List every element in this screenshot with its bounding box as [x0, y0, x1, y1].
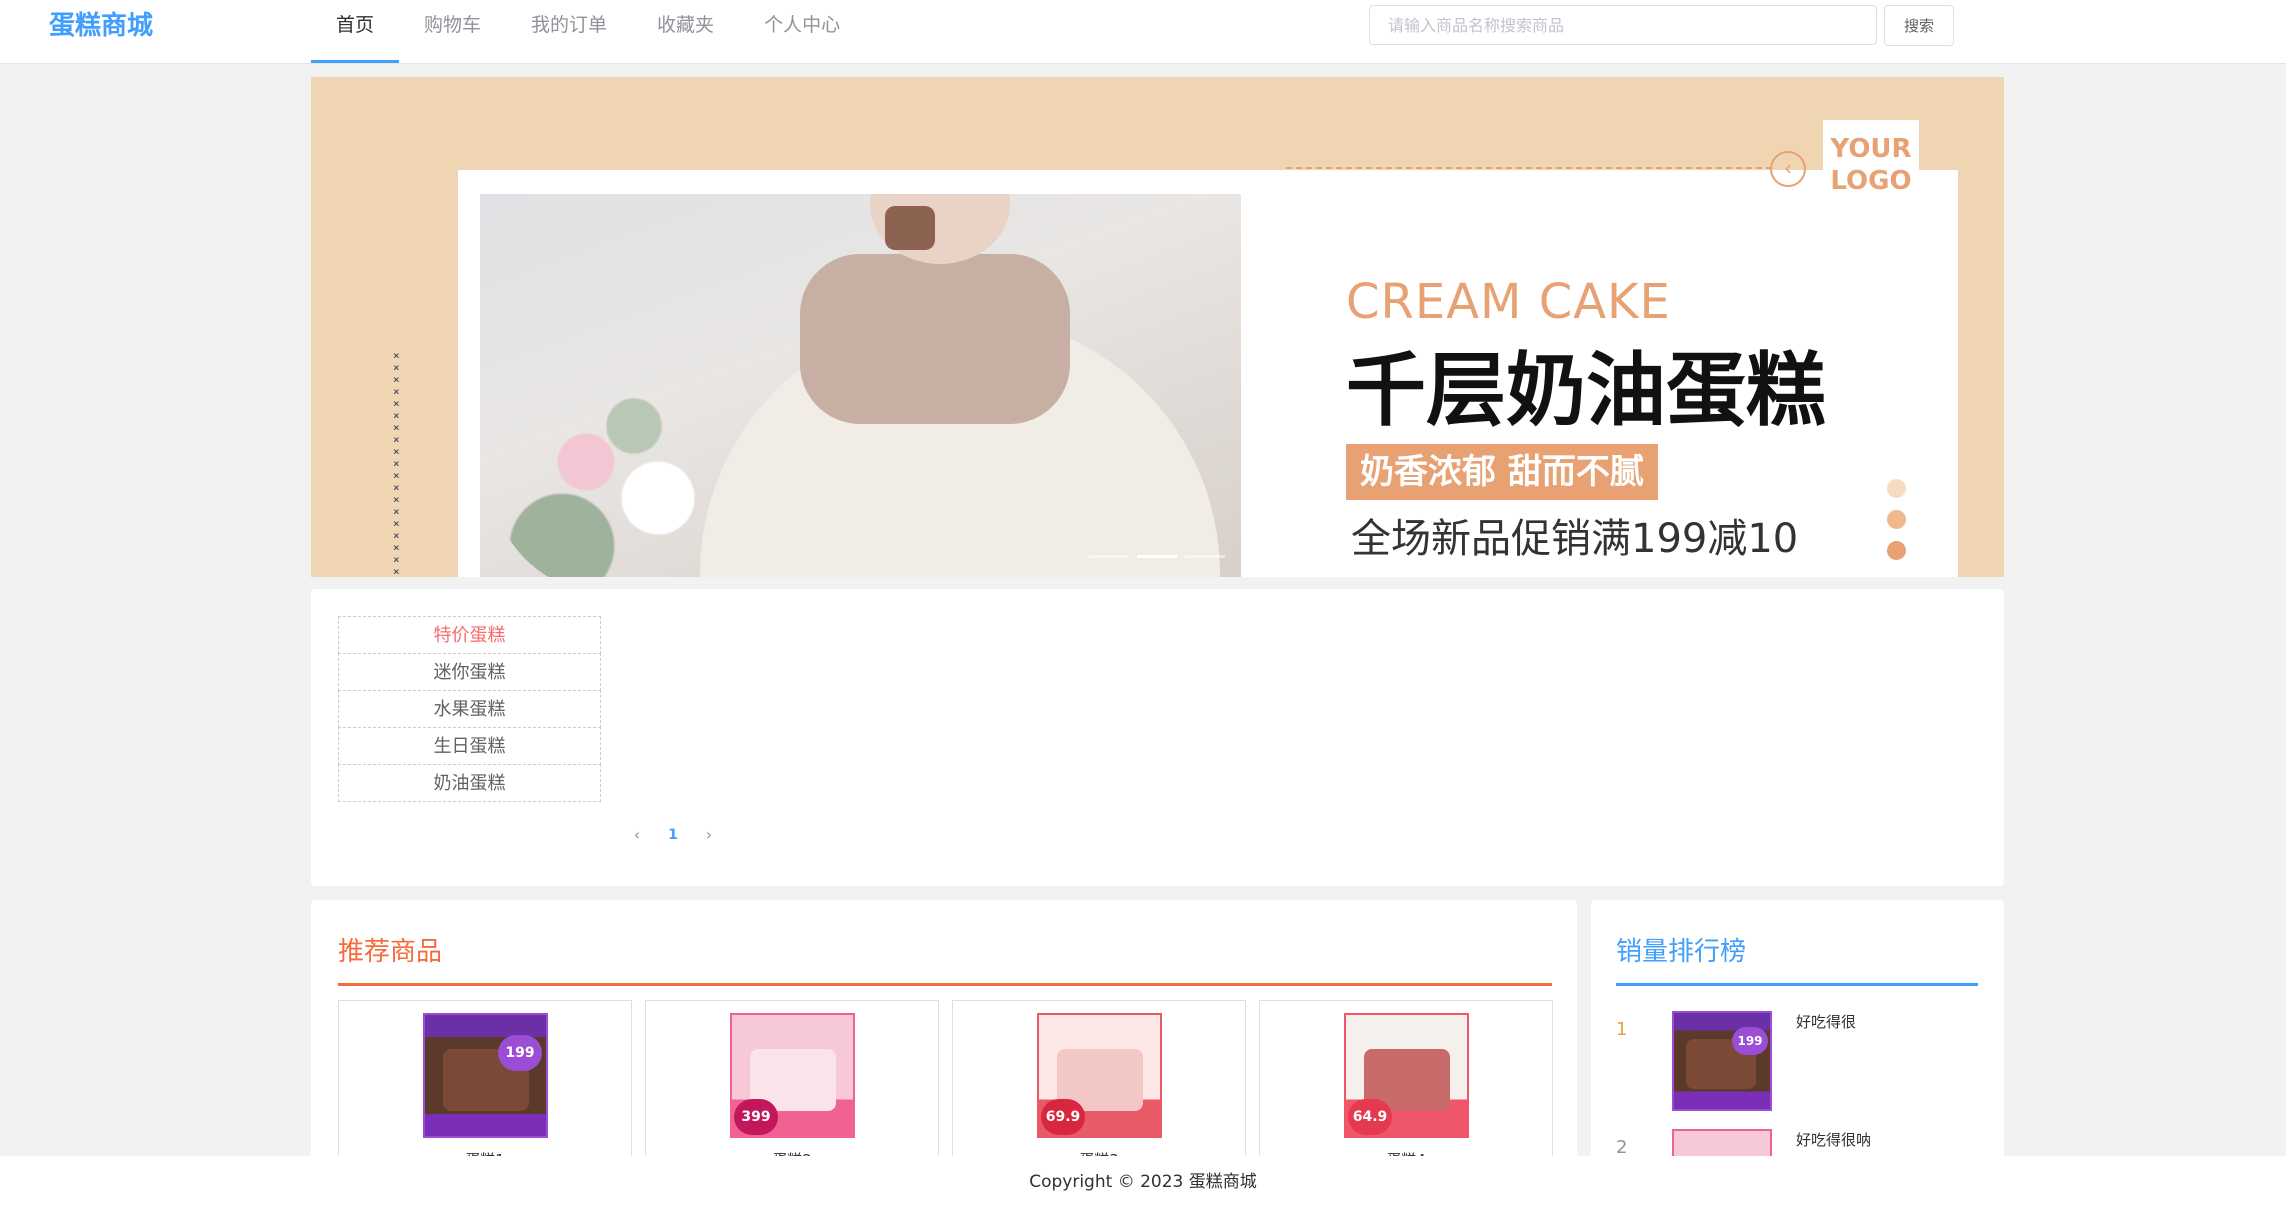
- page-number[interactable]: 1: [655, 827, 691, 843]
- banner-english-title: CREAM CAKE: [1346, 274, 1671, 330]
- rank-comment: 好吃得很: [1796, 1013, 1857, 1031]
- banner-promo-text: 全场新品促销满199减10: [1351, 516, 1799, 562]
- recommend-title: 推荐商品: [338, 937, 443, 967]
- decorative-cross-stitch: ××××××××××××××××××××: [393, 349, 400, 578]
- next-page-icon[interactable]: ›: [691, 825, 727, 844]
- category-item[interactable]: 特价蛋糕: [338, 616, 601, 654]
- rank-comment: 好吃得很呐: [1796, 1131, 1872, 1149]
- prev-page-icon[interactable]: ‹: [619, 825, 655, 844]
- ranking-divider: [1616, 983, 1978, 986]
- main-nav: 首页 购物车 我的订单 收藏夹 个人中心: [311, 0, 865, 63]
- nav-home[interactable]: 首页: [311, 0, 400, 63]
- carousel-indicator[interactable]: [1089, 555, 1129, 558]
- carousel-indicator[interactable]: [1185, 555, 1225, 558]
- nav-profile[interactable]: 个人中心: [739, 0, 865, 63]
- search-input[interactable]: [1369, 5, 1877, 45]
- category-item[interactable]: 奶油蛋糕: [338, 764, 601, 802]
- brand-logo[interactable]: 蛋糕商城: [49, 10, 153, 42]
- price-badge: 399: [734, 1099, 778, 1135]
- decorative-dash-line: [1286, 167, 1772, 169]
- price-badge: 64.9: [1348, 1099, 1392, 1135]
- rank-image[interactable]: 199: [1672, 1011, 1772, 1111]
- page-footer: Copyright © 2023 蛋糕商城: [0, 1156, 2286, 1213]
- recommend-divider: [338, 983, 1552, 986]
- price-badge: 199: [498, 1035, 542, 1071]
- carousel-indicator-active[interactable]: [1137, 555, 1177, 558]
- category-panel: 特价蛋糕 迷你蛋糕 水果蛋糕 生日蛋糕 奶油蛋糕 ‹ 1 ›: [311, 589, 2004, 886]
- banner-title: 千层奶油蛋糕: [1346, 343, 1826, 437]
- price-badge: 69.9: [1041, 1099, 1085, 1135]
- nav-favorites[interactable]: 收藏夹: [632, 0, 739, 63]
- rank-number: 2: [1616, 1137, 1628, 1158]
- rank-number: 1: [1616, 1019, 1628, 1040]
- ranking-item[interactable]: 1 199 好吃得很: [1616, 1011, 1978, 1116]
- top-header: 蛋糕商城 首页 购物车 我的订单 收藏夹 个人中心 搜索: [0, 0, 2286, 64]
- search-button[interactable]: 搜索: [1884, 5, 1954, 46]
- back-arrow-icon: ‹: [1770, 151, 1806, 187]
- price-badge: 199: [1732, 1027, 1768, 1055]
- product-image[interactable]: 199: [423, 1013, 548, 1138]
- product-image[interactable]: 69.9: [1037, 1013, 1162, 1138]
- ranking-title: 销量排行榜: [1616, 937, 1747, 967]
- decorative-dot: [1887, 510, 1906, 529]
- decorative-dot: [1887, 541, 1906, 560]
- product-image[interactable]: 64.9: [1344, 1013, 1469, 1138]
- category-item[interactable]: 水果蛋糕: [338, 690, 601, 728]
- category-item[interactable]: 生日蛋糕: [338, 727, 601, 765]
- photo-flowers: [490, 354, 730, 577]
- promo-banner-carousel[interactable]: ×××××××××××××××××××× ‹ YOUR LOGO CREAM C…: [311, 77, 2004, 577]
- logo-line-2: LOGO: [1830, 166, 1912, 196]
- banner-logo-box: YOUR LOGO: [1823, 120, 1919, 212]
- logo-line-1: YOUR: [1830, 134, 1912, 164]
- nav-orders[interactable]: 我的订单: [506, 0, 632, 63]
- nav-cart[interactable]: 购物车: [399, 0, 506, 63]
- banner-tagline: 奶香浓郁 甜而不腻: [1346, 444, 1658, 500]
- banner-photo: [480, 194, 1241, 577]
- photo-cake-bite: [885, 206, 935, 250]
- copyright-text: Copyright © 2023 蛋糕商城: [1029, 1172, 1257, 1192]
- category-list: 特价蛋糕 迷你蛋糕 水果蛋糕 生日蛋糕 奶油蛋糕: [338, 616, 601, 802]
- category-item[interactable]: 迷你蛋糕: [338, 653, 601, 691]
- photo-scarf: [800, 254, 1070, 424]
- decorative-dot: [1887, 479, 1906, 498]
- pagination: ‹ 1 ›: [619, 825, 727, 844]
- product-image[interactable]: 399: [730, 1013, 855, 1138]
